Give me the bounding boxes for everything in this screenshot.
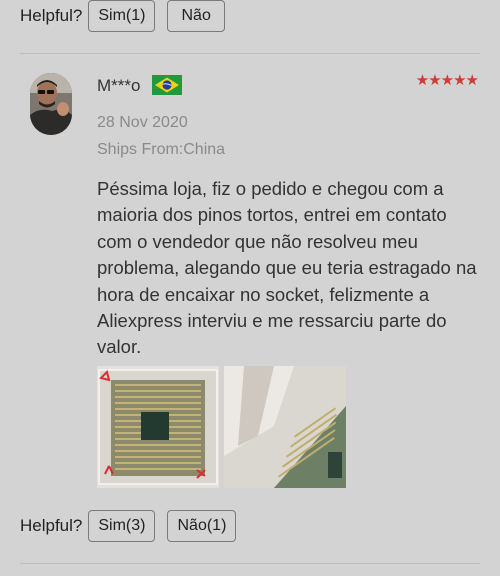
reviewer-name: M***o [97, 76, 141, 95]
helpful-label: Helpful? [20, 6, 83, 25]
brazil-flag-icon [152, 75, 182, 95]
helpful-no-button[interactable]: Não(1) [167, 510, 237, 542]
review-text: Péssima loja, fiz o pedido e chegou com … [97, 178, 477, 358]
cpu-pins-closeup-photo[interactable] [224, 366, 346, 488]
review-date: 28 Nov 2020 [97, 114, 188, 131]
rating-stars: ★★★★★ [415, 72, 479, 89]
ships-from: Ships From:China [97, 141, 226, 158]
helpful-row-top: Helpful? Sim(1) Não [20, 0, 237, 32]
helpful-row-bottom: Helpful? Sim(3) Não(1) [20, 510, 248, 542]
avatar [30, 73, 72, 135]
helpful-yes-button[interactable]: Sim(3) [88, 510, 156, 542]
helpful-label: Helpful? [20, 516, 83, 535]
cpu-back-photo[interactable] [97, 366, 219, 488]
helpful-no-button[interactable]: Não [167, 0, 225, 32]
review-divider [20, 53, 480, 54]
review-divider [20, 563, 480, 564]
helpful-yes-button[interactable]: Sim(1) [88, 0, 156, 32]
